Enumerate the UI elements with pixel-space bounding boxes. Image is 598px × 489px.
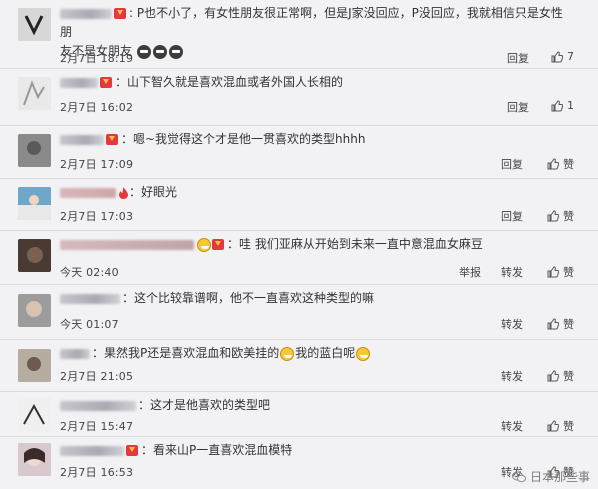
comment-text: ：好眼光 (129, 185, 178, 199)
laugh-cry-emoji-icon (280, 346, 295, 361)
username[interactable] (60, 239, 194, 250)
comment-text: ：这个比较靠谱啊，他不一直喜欢这种类型的嘛 (122, 291, 375, 305)
verified-badge-icon (100, 77, 112, 88)
comment-text: ：山下智久就是喜欢混血或者外国人长相的 (115, 75, 344, 89)
avatar[interactable] (18, 349, 51, 382)
avatar[interactable] (18, 239, 51, 272)
forward-button[interactable]: 转发 (501, 316, 523, 332)
thumb-up-icon (547, 420, 559, 432)
report-button[interactable]: 举报 (459, 264, 481, 280)
comment-time: 2月7日 15:47 (60, 420, 134, 433)
comment-item: ：山下智久就是喜欢混血或者外国人长相的 2月7日 16:02 回复 1 (0, 69, 598, 126)
comment-text: ：果然我P还是喜欢混血和欧美挂的 (92, 346, 280, 360)
username[interactable] (60, 400, 136, 411)
like-button[interactable]: 赞 (547, 156, 574, 172)
thumb-up-icon (551, 50, 563, 62)
verified-badge-icon (126, 445, 138, 456)
emoji-icon (152, 44, 167, 59)
comment-body: ：哇 我们亚麻从开始到未来一直中意混血女麻豆 (60, 235, 574, 254)
username[interactable] (60, 348, 90, 359)
avatar[interactable] (18, 77, 51, 110)
avatar[interactable] (18, 8, 51, 41)
comment-time: 2月7日 16:02 (60, 101, 134, 114)
comment-item: ：看来山P一直喜欢混血模特 2月7日 16:53 转发 赞 (0, 437, 598, 489)
comment-body: ：嗯~我觉得这个才是他一贯喜欢的类型hhhh (60, 130, 574, 149)
wechat-icon (511, 471, 526, 482)
comment-time: 今天 02:40 (60, 266, 119, 279)
comment-time: 今天 01:07 (60, 318, 119, 331)
comment-body: ：好眼光 (60, 183, 574, 202)
comment-text-cont: 我的蓝白呢 (295, 346, 356, 360)
like-button[interactable]: 赞 (547, 418, 574, 434)
thumb-up-icon (547, 370, 559, 382)
comment-item: : P也不小了，有女性朋友很正常啊，但是J家没回应，P没回应，我就相信只是女性朋… (0, 0, 598, 69)
username[interactable] (60, 134, 104, 145)
comment-item: ：嗯~我觉得这个才是他一贯喜欢的类型hhhh 2月7日 17:09 回复 赞 (0, 126, 598, 179)
comment-body: : P也不小了，有女性朋友很正常啊，但是J家没回应，P没回应，我就相信只是女性朋… (60, 4, 574, 61)
comment-item: ：这才是他喜欢的类型吧 2月7日 15:47 转发 赞 (0, 392, 598, 437)
comment-body: ：山下智久就是喜欢混血或者外国人长相的 (60, 73, 574, 92)
verified-badge-icon (106, 134, 118, 145)
comment-time: 2月7日 17:03 (60, 210, 134, 223)
username[interactable] (60, 187, 116, 198)
avatar[interactable] (18, 134, 51, 167)
verified-badge-icon (212, 239, 224, 250)
comment-body: ：这才是他喜欢的类型吧 (60, 396, 574, 415)
forward-button[interactable]: 转发 (501, 418, 523, 434)
reply-button[interactable]: 回复 (507, 99, 529, 115)
like-button[interactable]: 赞 (547, 368, 574, 384)
comment-item: ：果然我P还是喜欢混血和欧美挂的 我的蓝白呢 2月7日 21:05 转发 赞 (0, 340, 598, 392)
comment-time: 2月7日 18:19 (60, 52, 134, 65)
comment-item: ：哇 我们亚麻从开始到未来一直中意混血女麻豆 今天 02:40 举报 转发 赞 (0, 231, 598, 285)
comment-time: 2月7日 17:09 (60, 158, 134, 171)
reply-button[interactable]: 回复 (507, 50, 529, 66)
thumb-up-icon (551, 99, 563, 111)
thumb-up-icon (547, 158, 559, 170)
avatar[interactable] (18, 294, 51, 327)
comment-body: ：看来山P一直喜欢混血模特 (60, 441, 574, 460)
like-button[interactable]: 赞 (547, 208, 574, 224)
comment-text: : P也不小了，有女性朋友很正常啊，但是J家没回应，P没回应，我就相信只是女性朋 (60, 6, 563, 39)
forward-button[interactable]: 转发 (501, 368, 523, 384)
avatar[interactable] (18, 443, 51, 476)
comment-item: ：这个比较靠谱啊，他不一直喜欢这种类型的嘛 今天 01:07 转发 赞 (0, 285, 598, 340)
comment-item: ：好眼光 2月7日 17:03 回复 赞 (0, 179, 598, 231)
watermark-text: 日本那些事 (529, 470, 590, 484)
reply-button[interactable]: 回复 (501, 156, 523, 172)
comment-time: 2月7日 16:53 (60, 466, 134, 479)
emoji-icon (197, 237, 211, 252)
like-button[interactable]: 1 (551, 99, 574, 112)
watermark: 日本那些事 (511, 468, 590, 485)
comment-text: ：哇 我们亚麻从开始到未来一直中意混血女麻豆 (227, 237, 483, 251)
avatar[interactable] (18, 398, 51, 431)
like-button[interactable]: 赞 (547, 316, 574, 332)
comment-body: ：这个比较靠谱啊，他不一直喜欢这种类型的嘛 (60, 289, 574, 308)
comment-text: ：这才是他喜欢的类型吧 (138, 398, 271, 412)
comment-text: ：看来山P一直喜欢混血模特 (141, 443, 293, 457)
laugh-emoji-icon (356, 346, 371, 361)
comment-text: ：嗯~我觉得这个才是他一贯喜欢的类型hhhh (121, 132, 366, 146)
username[interactable] (60, 293, 120, 304)
comment-time: 2月7日 21:05 (60, 370, 134, 383)
like-button[interactable]: 赞 (547, 264, 574, 280)
username[interactable] (60, 77, 98, 88)
reply-button[interactable]: 回复 (501, 208, 523, 224)
verified-badge-icon (114, 8, 126, 19)
username[interactable] (60, 8, 112, 19)
like-button[interactable]: 7 (551, 50, 574, 63)
forward-button[interactable]: 转发 (501, 264, 523, 280)
thumb-up-icon (547, 266, 559, 278)
fire-icon (119, 186, 128, 199)
thumb-up-icon (547, 318, 559, 330)
emoji-icon (136, 44, 151, 59)
username[interactable] (60, 445, 124, 456)
avatar[interactable] (18, 187, 51, 220)
comment-body: ：果然我P还是喜欢混血和欧美挂的 我的蓝白呢 (60, 344, 574, 363)
thumb-up-icon (547, 210, 559, 222)
emoji-icon (168, 44, 183, 59)
